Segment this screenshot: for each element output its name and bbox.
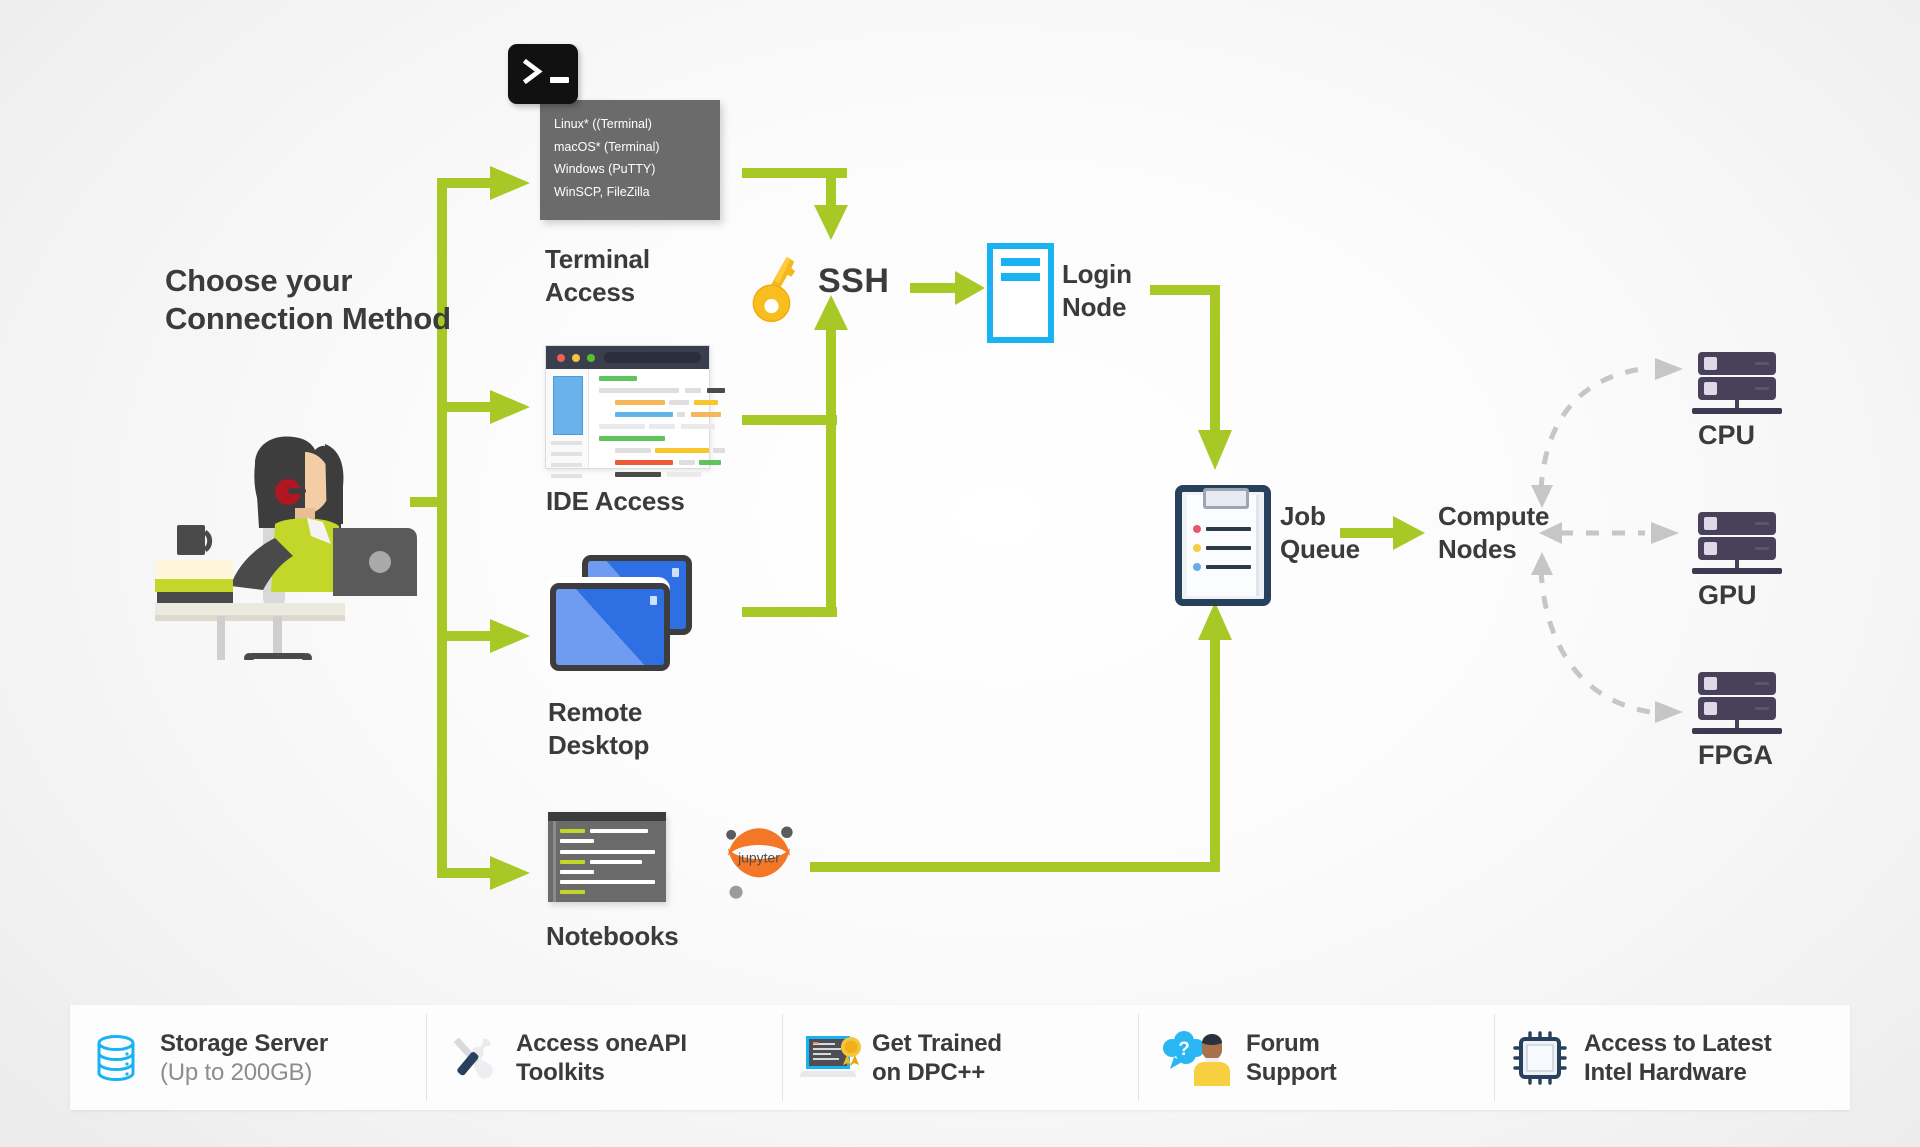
gpu-label: GPU bbox=[1698, 580, 1757, 610]
feature-latest-intel-hardware[interactable]: Access to Latest Intel Hardware bbox=[1494, 1005, 1850, 1110]
terminal-option: WinSCP, FileZilla bbox=[554, 184, 650, 199]
cpu-server-icon bbox=[1692, 352, 1782, 414]
job-queue-icon bbox=[1175, 485, 1271, 606]
terminal-options-panel: Linux* ((Terminal) macOS* (Terminal) Win… bbox=[540, 100, 720, 220]
ide-sidebar-line bbox=[551, 452, 582, 456]
login-node-caption: Login Node bbox=[1062, 259, 1132, 322]
login-node-icon bbox=[987, 243, 1054, 343]
ide-sidebar bbox=[546, 369, 589, 478]
feature-label: Access oneAPI Toolkits bbox=[516, 1029, 687, 1086]
ide-window-icon bbox=[545, 345, 725, 478]
feature-access-oneapi-toolkits[interactable]: Access oneAPI Toolkits bbox=[426, 1005, 782, 1110]
window-maximize-dot-icon bbox=[587, 354, 595, 362]
ssh-label: SSH bbox=[818, 262, 890, 300]
svg-text:jupyter: jupyter bbox=[737, 850, 780, 866]
terminal-access-caption: Terminal Access bbox=[545, 244, 650, 307]
clipboard-clip bbox=[1203, 488, 1249, 509]
terminal-option: macOS* (Terminal) bbox=[554, 139, 660, 154]
remote-desktop-icon bbox=[550, 555, 692, 671]
jupyter-logo-icon: jupyter bbox=[726, 826, 793, 899]
notebooks-caption: Notebooks bbox=[546, 921, 679, 951]
job-queue-caption: Job Queue bbox=[1280, 501, 1360, 564]
page-title: Choose your Connection Method bbox=[165, 263, 451, 336]
fpga-server-icon bbox=[1692, 672, 1782, 734]
ide-titlebar bbox=[546, 346, 709, 369]
terminal-option: Linux* ((Terminal) bbox=[554, 117, 652, 131]
feature-storage-server[interactable]: Storage Server (Up to 200GB) bbox=[70, 1005, 426, 1110]
terminal-option: Windows (PuTTY) bbox=[554, 162, 656, 176]
feature-bar: Storage Server (Up to 200GB) Access oneAP… bbox=[70, 1005, 1850, 1110]
key-icon bbox=[752, 256, 796, 323]
feature-label: Get Trained on DPC++ bbox=[872, 1029, 1002, 1086]
notebook-code-icon bbox=[548, 812, 666, 902]
fpga-label: FPGA bbox=[1698, 740, 1774, 770]
feature-label: Access to Latest Intel Hardware bbox=[1584, 1029, 1772, 1086]
feature-forum-support[interactable]: ? Forum Support bbox=[1138, 1005, 1494, 1110]
compute-nodes-caption: Compute Nodes bbox=[1438, 501, 1550, 564]
laptop-medal-icon bbox=[799, 1030, 861, 1086]
terminal-prompt-icon bbox=[508, 44, 578, 104]
feature-label: Forum Support bbox=[1246, 1029, 1337, 1086]
ide-sidebar-block bbox=[553, 376, 583, 435]
diagram-canvas: Choose your Connection Method Linux* ((T… bbox=[0, 0, 1920, 1147]
svg-text:?: ? bbox=[1178, 1039, 1190, 1060]
database-icon bbox=[88, 1030, 144, 1086]
notebook-titlebar bbox=[548, 812, 666, 821]
terminal-options-list: Linux* ((Terminal) macOS* (Terminal) Win… bbox=[554, 113, 660, 203]
ide-sidebar-line bbox=[551, 441, 582, 445]
ide-access-caption: IDE Access bbox=[546, 486, 685, 516]
person-question-icon: ? bbox=[1156, 1030, 1230, 1086]
chevron-right-icon bbox=[522, 59, 543, 84]
ide-url-bar bbox=[604, 352, 701, 363]
ide-sidebar-line bbox=[551, 474, 582, 478]
remote-screen-front bbox=[550, 583, 670, 671]
feature-get-trained-dpcpp[interactable]: Get Trained on DPC++ bbox=[782, 1005, 1138, 1110]
notebook-gutter bbox=[553, 821, 556, 902]
ide-sidebar-line bbox=[551, 463, 582, 467]
gpu-server-icon bbox=[1692, 512, 1782, 574]
person-at-desk-illustration bbox=[155, 436, 417, 660]
window-close-dot-icon bbox=[557, 354, 565, 362]
ide-code-area bbox=[589, 369, 725, 477]
chip-icon bbox=[1512, 1030, 1568, 1086]
remote-desktop-caption: Remote Desktop bbox=[548, 697, 650, 760]
cpu-label: CPU bbox=[1698, 420, 1756, 450]
terminal-underscore-glyph bbox=[550, 77, 569, 83]
tools-icon bbox=[444, 1030, 500, 1086]
window-minimize-dot-icon bbox=[572, 354, 580, 362]
feature-label: Storage Server (Up to 200GB) bbox=[160, 1029, 328, 1086]
